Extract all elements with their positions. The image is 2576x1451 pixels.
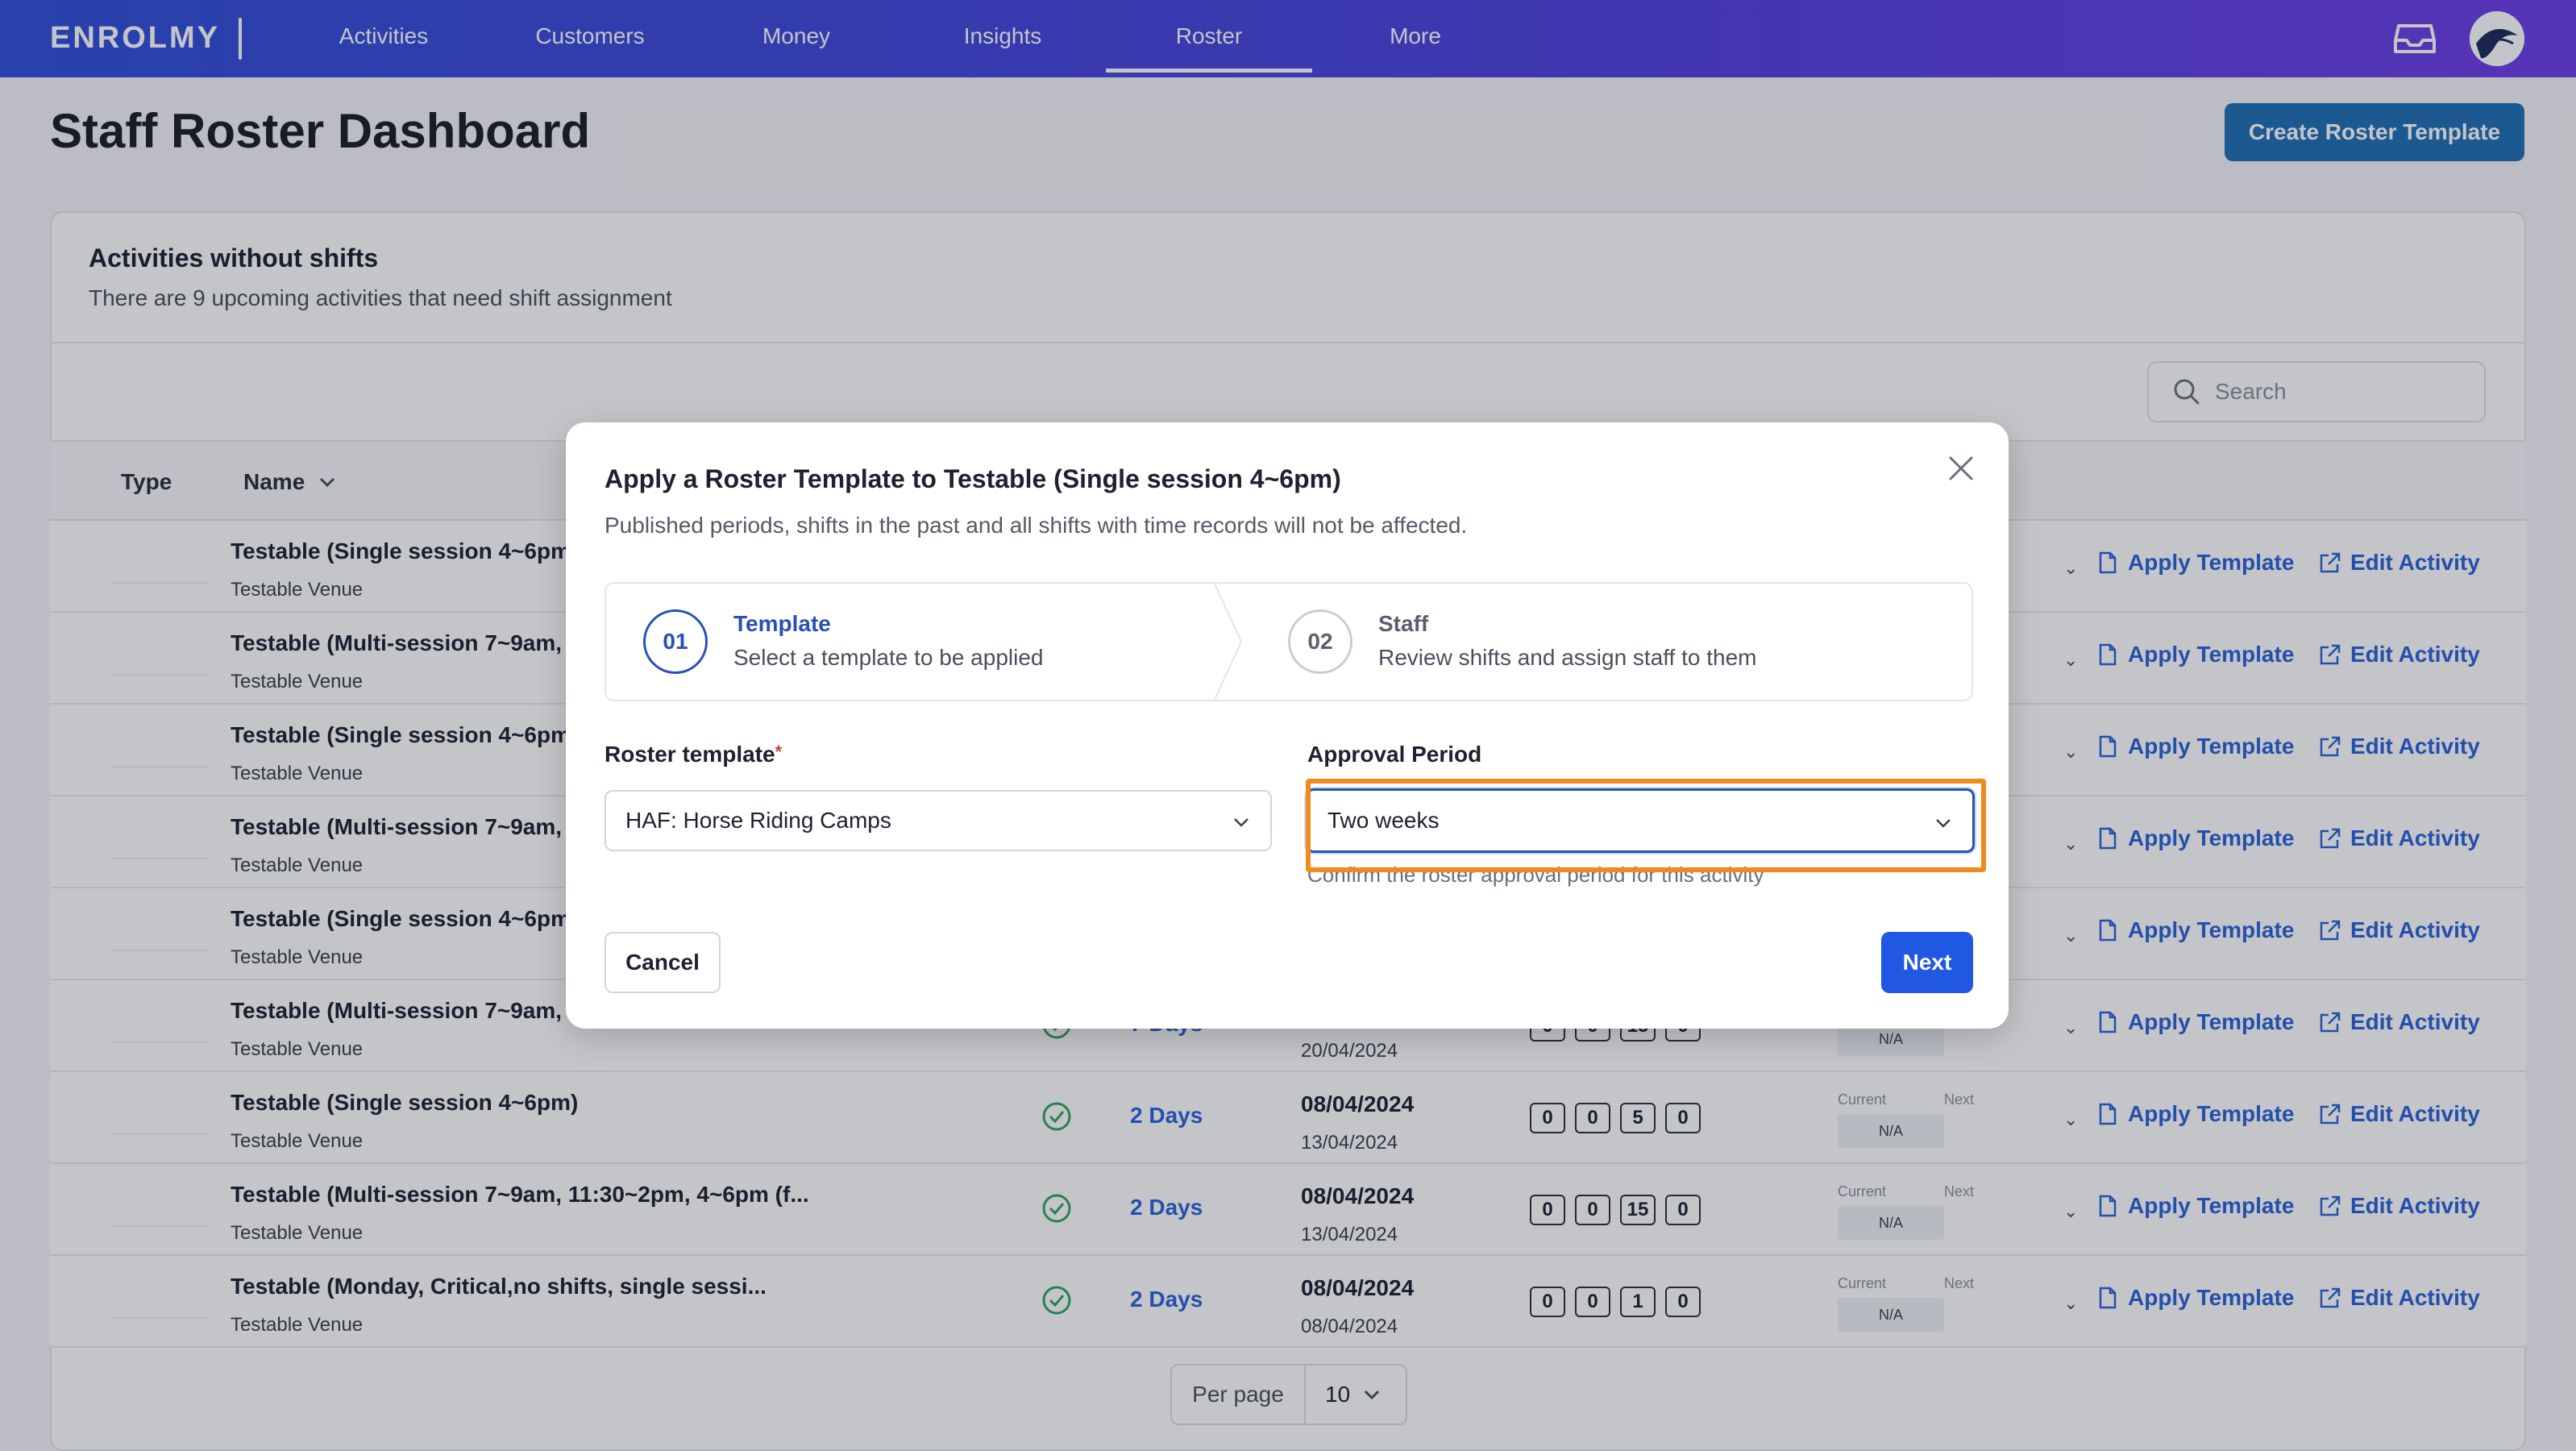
step-1-desc: Select a template to be applied [733,645,1044,670]
roster-template-label: Roster template* [605,742,782,767]
close-icon[interactable] [1946,453,1976,484]
step-2-number: 02 [1288,609,1352,674]
chevron-down-icon [1234,818,1249,827]
stepper: 01 Template Select a template to be appl… [605,582,1973,701]
step-separator [1213,582,1243,701]
cancel-button[interactable]: Cancel [605,932,721,993]
apply-template-modal: Apply a Roster Template to Testable (Sin… [566,422,2009,1029]
step-2-title: Staff [1378,611,1429,636]
modal-backdrop-top [0,0,2576,77]
modal-title: Apply a Roster Template to Testable (Sin… [605,464,1341,493]
step-2-desc: Review shifts and assign staff to them [1378,645,1757,670]
roster-template-value: HAF: Horse Riding Camps [625,808,891,833]
step-1-number: 01 [643,609,708,674]
step-1-title: Template [733,611,831,636]
roster-template-select[interactable]: HAF: Horse Riding Camps [605,790,1272,851]
focus-highlight [1306,779,1986,872]
roster-template-label-text: Roster template [605,742,775,767]
modal-subtitle: Published periods, shifts in the past an… [605,513,1468,538]
next-button[interactable]: Next [1881,932,1973,993]
required-mark: * [775,742,783,762]
approval-period-label: Approval Period [1307,742,1482,767]
